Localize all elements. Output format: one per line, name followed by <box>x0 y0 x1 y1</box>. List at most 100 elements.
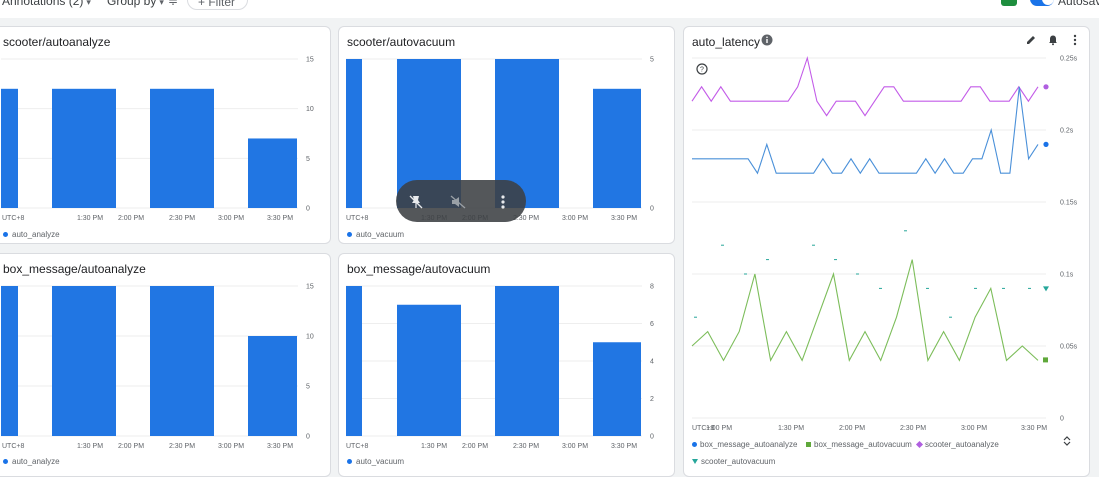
x-tick-label: UTC+8 <box>346 443 368 450</box>
x-tick-label: 2:30 PM <box>169 443 195 450</box>
annotations-label: Annotations (2) <box>2 0 84 8</box>
x-tick-label: 3:30 PM <box>611 215 637 222</box>
x-tick-label: 3:00 PM <box>562 443 588 450</box>
series-line-box_message_autovacuum <box>691 259 1039 363</box>
x-tick-label: 3:30 PM <box>267 215 293 222</box>
x-tick-label: 3:00 PM <box>218 215 244 222</box>
series-end-marker <box>1043 141 1049 147</box>
dot-icon <box>692 442 697 448</box>
chart-panel-box-message-autovacuum[interactable]: box_message/autovacuum 8 6 4 2 0 UTC+8 1:30 PM… <box>338 253 675 477</box>
expand-icon[interactable] <box>1060 435 1074 449</box>
legend-label: auto_vacuum <box>356 457 405 466</box>
series-end-marker <box>1043 84 1049 90</box>
x-tick-label: UTC+8 <box>346 215 368 222</box>
y-tick-label: 0.25s <box>1060 56 1078 63</box>
x-tick-label: 2:00 PM <box>118 215 144 222</box>
group-by-dropdown[interactable]: Group by ▾ <box>107 0 164 8</box>
y-tick-label: 0.1s <box>1060 272 1074 279</box>
bar <box>346 286 362 436</box>
more-vert-icon[interactable] <box>496 194 510 209</box>
x-tick-label: 1:30 PM <box>421 443 447 450</box>
x-tick-label: 3:30 PM <box>611 443 637 450</box>
legend-item-scooter-autoanalyze[interactable]: scooter_autoanalyze <box>915 440 999 449</box>
x-tick-label: 1:30 PM <box>77 443 103 450</box>
square-icon <box>806 442 811 448</box>
x-tick-label: UTC+8 <box>2 443 24 450</box>
chart-panel-box-message-autoanalyze[interactable]: box_message/autoanalyze 15 10 5 0 UTC+8 1:30 … <box>0 253 331 477</box>
legend-dot-icon <box>347 232 352 238</box>
series-line-scooter_autoanalyze <box>691 55 1039 117</box>
bar <box>1 88 18 208</box>
legend-item-scooter-autovacuum[interactable]: scooter_autovacuum <box>692 457 775 466</box>
chevron-down-icon: ▾ <box>159 0 164 7</box>
y-tick-label: 8 <box>650 284 654 291</box>
series-end-marker <box>1043 357 1048 363</box>
triangle-down-icon <box>692 459 698 465</box>
legend-label: box_message_autovacuum <box>814 440 912 449</box>
sort-icon[interactable]: ≑ <box>168 0 178 8</box>
line-chart: 0.25s0.2s0.15s0.1s0.05s0UTC+81:00 PM 1:30… <box>691 55 1078 432</box>
group-by-label: Group by <box>107 0 157 8</box>
bar <box>593 342 641 436</box>
legend-label: auto_analyze <box>12 230 60 239</box>
y-tick-label: 5 <box>306 384 310 391</box>
toolbar: Annotations (2) ▾ Group by ▾ ≑ + Filter Au… <box>0 0 1099 18</box>
legend-item-box-message-autovacuum[interactable]: box_message_autovacuum <box>806 440 912 449</box>
legend-item[interactable]: auto_analyze <box>3 457 60 466</box>
bar <box>346 59 362 208</box>
bar <box>1 286 18 436</box>
y-tick-label: 10 <box>306 106 314 113</box>
x-tick-label: 2:00 PM <box>118 443 144 450</box>
y-tick-label: 0.05s <box>1060 344 1078 351</box>
legend-label: box_message_autoanalyze <box>700 440 798 449</box>
x-tick-label: 3:00 PM <box>218 443 244 450</box>
bar <box>495 286 559 436</box>
y-tick-label: 0 <box>306 206 310 213</box>
bar <box>593 88 641 208</box>
legend-dot-icon <box>3 459 8 465</box>
y-tick-label: 6 <box>650 321 654 328</box>
x-tick-label: 3:00 PM <box>961 425 987 432</box>
legend-label: auto_vacuum <box>356 230 405 239</box>
plus-icon: + <box>198 0 209 9</box>
legend-label: scooter_autoanalyze <box>925 440 999 449</box>
legend-item[interactable]: auto_vacuum <box>347 457 404 466</box>
y-tick-label: 2 <box>650 396 654 403</box>
legend-item[interactable]: auto_analyze <box>3 230 60 239</box>
x-tick-label: 2:00 PM <box>462 443 488 450</box>
y-tick-label: 15 <box>306 57 314 64</box>
chart-panel-auto-latency[interactable]: auto_latency ? 0.25s 0.2s 0.15s 0.1s 0.05s 0 U… <box>683 26 1090 477</box>
series-end-marker <box>1043 286 1049 292</box>
bar-chart: 15 10 5 0 UTC+8 1:30 PM 2:00 PM 2:30 PM 3:00 PM 3… <box>1 57 314 222</box>
bar <box>150 286 214 436</box>
x-tick-label: 2:30 PM <box>169 215 195 222</box>
chart-panel-scooter-autoanalyze[interactable]: scooter/autoanalyze 15 10 5 0 UTC+8 1:30 PM 2:… <box>0 26 331 244</box>
unpin-icon[interactable] <box>408 194 423 209</box>
y-tick-label: 0 <box>306 434 310 441</box>
y-tick-label: 0 <box>650 434 654 441</box>
bar <box>150 88 214 208</box>
x-tick-label: 2:00 PM <box>839 425 865 432</box>
autosave-label: Autosave <box>1058 0 1099 8</box>
media-controls-overlay <box>396 180 526 222</box>
x-tick-label: 1:30 PM <box>77 215 103 222</box>
x-tick-label: 3:00 PM <box>562 215 588 222</box>
y-tick-label: 0.15s <box>1060 200 1078 207</box>
x-tick-label: 1:00 PM <box>706 425 732 432</box>
legend-item[interactable]: auto_vacuum <box>347 230 404 239</box>
chevron-down-icon: ▾ <box>86 0 91 7</box>
annotations-dropdown[interactable]: Annotations (2) ▾ <box>2 0 91 8</box>
status-icon[interactable] <box>1001 0 1017 6</box>
legend-label: auto_analyze <box>12 457 60 466</box>
filter-button[interactable]: + Filter <box>187 0 249 10</box>
legend-item-box-message-autoanalyze[interactable]: box_message_autoanalyze <box>692 440 797 449</box>
diamond-icon <box>915 441 924 449</box>
y-tick-label: 4 <box>650 359 654 366</box>
filter-label: Filter <box>208 0 236 9</box>
mute-icon[interactable] <box>450 194 466 209</box>
x-tick-label: 3:30 PM <box>267 443 293 450</box>
x-tick-label: 2:30 PM <box>513 443 539 450</box>
bar <box>397 304 461 436</box>
bar <box>52 88 116 208</box>
x-tick-label: 3:30 PM <box>1021 425 1047 432</box>
